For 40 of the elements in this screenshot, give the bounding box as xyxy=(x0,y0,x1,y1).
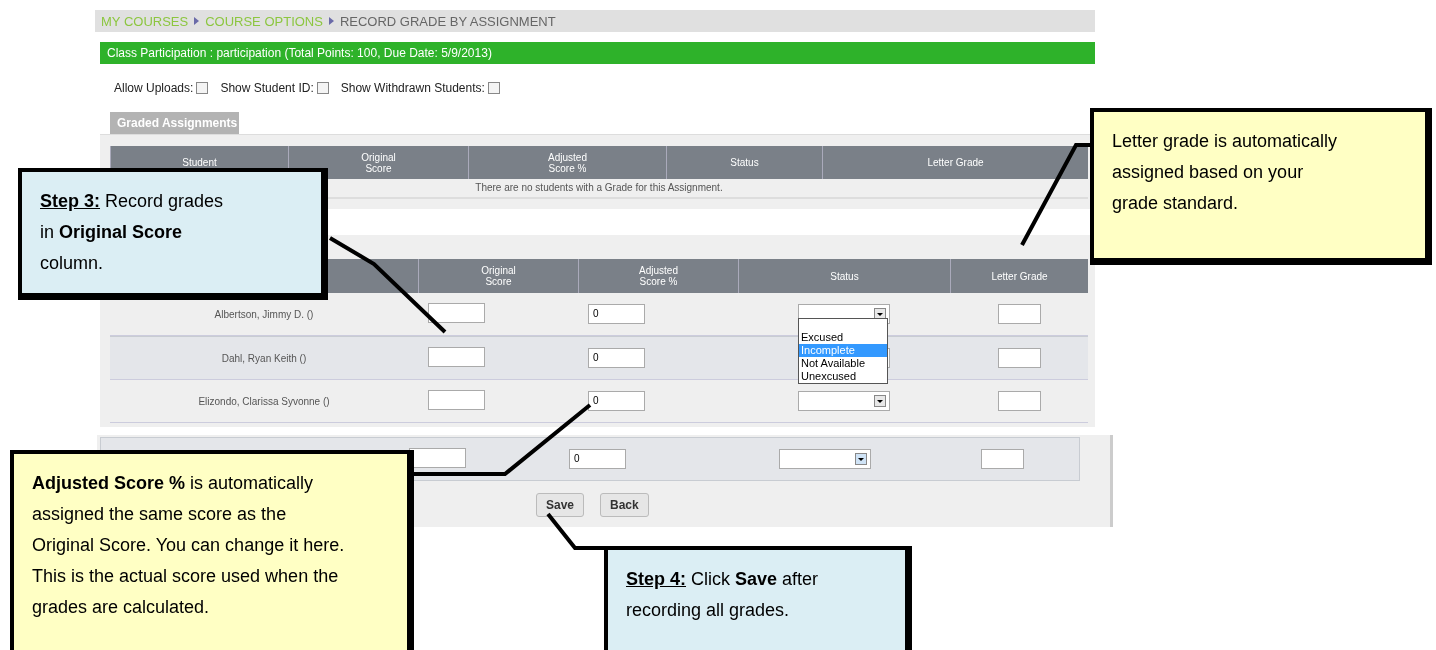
letter-grade-input[interactable] xyxy=(997,304,1041,324)
callout-text: Step 4: Click Save after recording all grades. xyxy=(626,568,820,622)
checkbox[interactable] xyxy=(196,82,209,94)
column-header: Letter Grade xyxy=(822,146,1088,179)
adjusted-score-input[interactable]: 0 xyxy=(588,348,645,368)
column-header: Status xyxy=(666,146,822,179)
column-header: Letter Grade xyxy=(950,259,1088,293)
dropdown-option[interactable]: Not Available xyxy=(799,357,887,370)
column-header: Status xyxy=(738,259,950,293)
score-input[interactable] xyxy=(428,303,485,323)
chevron-icon xyxy=(194,17,200,25)
column-header: Original Score xyxy=(418,259,578,293)
score-input[interactable] xyxy=(428,347,485,367)
adjusted-score-input[interactable]: 0 xyxy=(588,304,645,324)
breadcrumb-current: RECORD GRADE BY ASSIGNMENT xyxy=(339,13,556,29)
option-label: Show Student ID: xyxy=(220,81,314,95)
column-header: Adjusted Score % xyxy=(468,146,666,179)
callout-text: Letter grade is automatically assigned based on your grade standard. xyxy=(1112,130,1339,215)
save-button[interactable]: Save xyxy=(536,493,585,517)
callout-text: Adjusted Score % is automatically assigned the same score as the Original Score. You can change it here. This is the actual score used when the grades are calculated. xyxy=(32,472,346,619)
option-label: Allow Uploads: xyxy=(114,81,194,95)
chevron-icon xyxy=(328,17,334,25)
letter-grade-input[interactable] xyxy=(997,348,1041,368)
adjusted-score-input[interactable]: 0 xyxy=(588,391,645,411)
checkbox[interactable] xyxy=(487,82,500,94)
dropdown-option[interactable]: Unexcused xyxy=(799,370,887,383)
letter-grade-input[interactable] xyxy=(997,391,1041,411)
checkbox[interactable] xyxy=(316,82,329,94)
score-input[interactable] xyxy=(428,390,485,410)
column-header: Adjusted Score % xyxy=(578,259,738,293)
score-input[interactable] xyxy=(409,448,466,468)
student-name: Elizondo, Clarissa Syvonne () xyxy=(197,395,331,407)
student-name: Dahl, Ryan Keith () xyxy=(220,352,308,364)
adjusted-score-input[interactable]: 0 xyxy=(569,449,626,469)
letter-grade-input[interactable] xyxy=(981,449,1024,469)
option-label: Show Withdrawn Students: xyxy=(340,81,485,95)
dropdown-option[interactable]: Excused xyxy=(799,331,887,344)
back-button[interactable]: Back xyxy=(600,493,649,517)
student-name: Albertson, Jimmy D. () xyxy=(213,308,315,320)
assignment-banner: Class Participation : participation (Total Points: 100, Due Date: 5/9/2013) xyxy=(100,42,1095,64)
